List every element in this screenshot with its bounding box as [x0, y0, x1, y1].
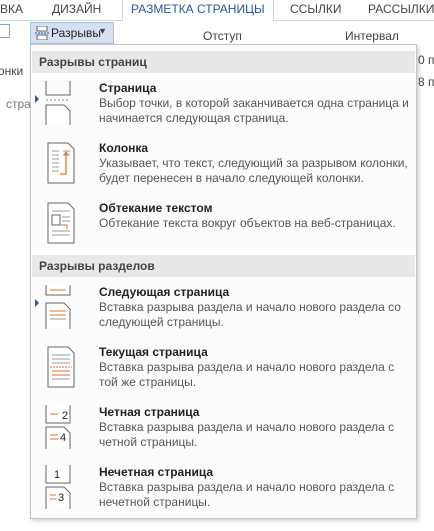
- spacing-before-value[interactable]: 0 пт: [418, 53, 434, 67]
- spacing-after-value[interactable]: 8 пт: [418, 75, 434, 89]
- indent-label: Отступ: [203, 29, 242, 43]
- next-page-icon: [45, 285, 71, 329]
- menu-item-title: Четная страница: [99, 405, 200, 419]
- menu-item-desc: Указывает, что текст, следующий за разры…: [99, 156, 408, 185]
- interval-label: Интервал: [345, 29, 399, 43]
- menu-item-column-break[interactable]: Колонка Указывает, что текст, следующий …: [32, 141, 415, 191]
- menu-item-title: Текущая страница: [99, 345, 208, 359]
- pointer-icon: [35, 95, 39, 103]
- menu-item-page-break[interactable]: Страница Выбор точки, в которой заканчив…: [32, 81, 415, 131]
- ribbon-tab-bar: ВКА ДИЗАЙН РАЗМЕТКА СТРАНИЦЫ ССЫЛКИ РАСС…: [0, 0, 434, 22]
- menu-item-title: Следующая страница: [99, 285, 230, 299]
- page-number-label: 4: [60, 432, 66, 444]
- menu-item-desc: Обтекание текста вокруг объектов на веб-…: [99, 216, 396, 230]
- page-break-icon: [45, 81, 71, 125]
- menu-item-title: Страница: [99, 81, 157, 95]
- breaks-button[interactable]: Разрывы ▼: [30, 22, 114, 44]
- tab-insert[interactable]: ВКА: [0, 0, 23, 20]
- columns-icon[interactable]: [0, 24, 10, 38]
- page-number-label: 3: [58, 492, 64, 504]
- odd-page-icon: 1 3: [45, 465, 71, 509]
- page-number-label: 1: [54, 469, 60, 481]
- menu-item-desc: Выбор точки, в которой заканчивается одн…: [99, 96, 409, 125]
- menu-item-title: Колонка: [99, 141, 149, 155]
- menu-item-text-wrap[interactable]: Обтекание текстом Обтекание текста вокру…: [32, 201, 415, 251]
- menu-item-continuous[interactable]: Текущая страница Вставка разрыва раздела…: [32, 345, 415, 395]
- continuous-icon: [47, 346, 75, 388]
- columns-label-fragment[interactable]: онки: [0, 64, 23, 78]
- tab-page-layout[interactable]: РАЗМЕТКА СТРАНИЦЫ: [122, 0, 274, 22]
- tab-design[interactable]: ДИЗАЙН: [52, 0, 101, 20]
- page-number-label: 2: [62, 410, 68, 422]
- breaks-button-label: Разрывы: [51, 26, 101, 40]
- pointer-icon: [35, 299, 39, 307]
- section-breaks-header: Разрывы разделов: [32, 255, 415, 277]
- breaks-menu: Разрывы страниц Страница Выбор точки, в …: [30, 44, 417, 519]
- menu-item-even-page[interactable]: 2 4 Четная страница Вставка разрыва разд…: [32, 405, 415, 455]
- breaks-icon: [35, 26, 49, 40]
- tab-mailings[interactable]: РАССЫЛКИ: [368, 0, 434, 20]
- page-breaks-header: Разрывы страниц: [32, 51, 415, 73]
- menu-item-desc: Вставка разрыва раздела и начало нового …: [99, 360, 395, 389]
- menu-item-odd-page[interactable]: 1 3 Нечетная страница Вставка разрыва ра…: [32, 465, 415, 515]
- menu-item-desc: Вставка разрыва раздела и начало нового …: [99, 480, 395, 509]
- menu-item-desc: Вставка разрыва раздела и начало нового …: [99, 420, 395, 449]
- tab-references[interactable]: ССЫЛКИ: [290, 0, 341, 20]
- menu-item-desc: Вставка разрыва раздела и начало нового …: [99, 300, 401, 329]
- text-wrap-icon: [47, 202, 75, 244]
- menu-item-title: Обтекание текстом: [99, 201, 213, 215]
- chevron-down-icon: ▼: [98, 26, 107, 36]
- page-setup-group-fragment: стра: [6, 97, 31, 111]
- column-break-icon: [47, 142, 75, 184]
- menu-item-next-page[interactable]: Следующая страница Вставка разрыва разде…: [32, 285, 415, 335]
- menu-item-title: Нечетная страница: [99, 465, 214, 479]
- even-page-icon: 2 4: [45, 405, 71, 449]
